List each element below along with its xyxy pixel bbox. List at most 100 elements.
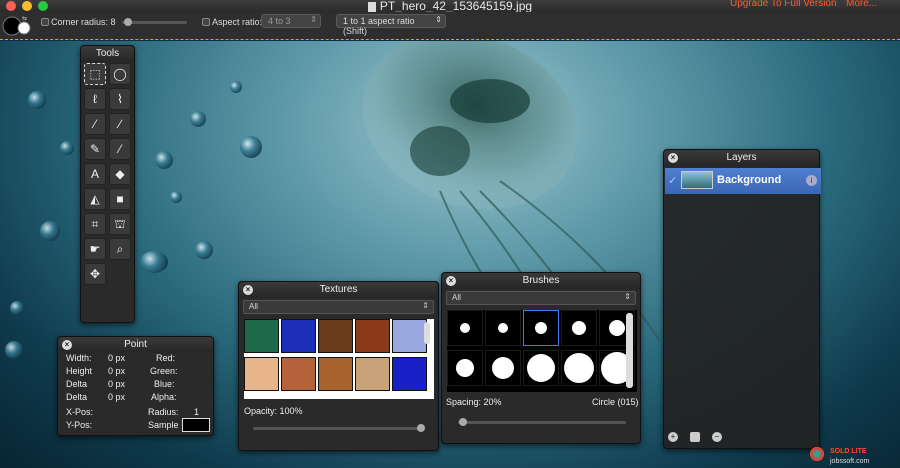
zoom-tool[interactable]: ⌕ (109, 238, 131, 260)
watermark-line1: SOLD LITE (830, 448, 867, 455)
brush-item[interactable] (485, 350, 521, 386)
texture-swatch[interactable] (281, 319, 316, 353)
opacity-label: Opacity: 100% (244, 406, 303, 416)
sample-swatch[interactable] (182, 418, 210, 432)
close-icon[interactable]: × (668, 153, 678, 163)
texture-swatch[interactable] (318, 357, 353, 391)
duplicate-layer-icon[interactable] (690, 432, 700, 442)
info-icon[interactable]: i (806, 175, 817, 186)
texture-swatch[interactable] (244, 357, 279, 391)
brush-tool[interactable]: ∕ (109, 113, 131, 135)
tools-panel: Tools ⬚ ◯ ℓ ⌇ ⁄ ∕ ✎ ⁄ A ◆ ◭ ■ ⌗ ⛫ ☛ ⌕ ✥ (80, 45, 135, 323)
brush-item[interactable] (485, 310, 521, 346)
texture-swatch[interactable] (355, 319, 390, 353)
texture-swatch[interactable] (355, 357, 390, 391)
ellipse-select-tool[interactable]: ◯ (109, 63, 131, 85)
radius-label: Radius: (148, 407, 179, 417)
corner-radius-slider-knob[interactable] (124, 18, 132, 26)
close-icon[interactable]: × (243, 285, 253, 295)
smudge-tool[interactable]: ☛ (84, 238, 106, 260)
opacity-slider-knob[interactable] (417, 424, 425, 432)
width-label: Width: (66, 353, 92, 363)
lasso-tool[interactable]: ℓ (84, 88, 106, 110)
brush-item[interactable] (447, 350, 483, 386)
paint-bucket-tool[interactable]: ◭ (84, 188, 106, 210)
textures-panel-title: Textures (319, 284, 358, 295)
close-icon[interactable]: × (62, 340, 72, 350)
ypos-label: Y-Pos: (66, 420, 93, 430)
delta-label: Delta (66, 379, 88, 389)
texture-swatch[interactable] (392, 357, 427, 391)
brushes-filter-value: All (452, 293, 461, 302)
visibility-check-icon[interactable]: ✓ (668, 174, 677, 187)
point-panel-header: × Point (58, 337, 213, 353)
brushes-panel: × Brushes All ⇕ Spacing: 20% Circle (015) (441, 272, 641, 444)
texture-swatch[interactable] (318, 319, 353, 353)
more-link[interactable]: More... (846, 0, 877, 9)
bubble (28, 91, 46, 109)
layers-panel: × Layers ✓ Background i + − (663, 149, 821, 449)
document-icon (367, 1, 376, 12)
brushes-filter-select[interactable]: All ⇕ (446, 291, 636, 305)
ratio-mode-select[interactable]: 1 to 1 aspect ratio (Shift) ⇕ (336, 14, 446, 36)
brush-grid (447, 310, 637, 392)
eyedropper-tool[interactable]: ⁄ (109, 138, 131, 160)
brushes-panel-title: Brushes (522, 275, 560, 286)
xpos-label: X-Pos: (66, 407, 94, 417)
red-label: Red: (156, 353, 176, 363)
sample-label: Sample (148, 420, 179, 430)
watermark-line2: jobssoft.com (830, 458, 870, 465)
delete-layer-icon[interactable]: − (712, 432, 722, 442)
layer-thumbnail (681, 171, 713, 189)
brush-name: Circle (015) (592, 397, 639, 407)
layer-row[interactable]: ✓ Background i (665, 168, 821, 194)
upgrade-link[interactable]: Upgrade To Full Version (730, 0, 837, 9)
clone-stamp-tool[interactable]: ⛫ (109, 213, 131, 235)
width-value: 0 px (108, 353, 126, 363)
bubble (5, 341, 23, 359)
opacity-slider[interactable] (253, 427, 423, 430)
watermark-logo-icon (810, 447, 824, 461)
texture-swatch[interactable] (281, 357, 316, 391)
stepper-icon: ⇕ (310, 15, 317, 24)
color-well-icon[interactable]: ⇆ (2, 14, 32, 38)
move-tool[interactable]: ✥ (84, 263, 106, 285)
eraser-tool[interactable]: ◆ (109, 163, 131, 185)
spacing-slider-knob[interactable] (459, 418, 467, 426)
brushes-scrollbar[interactable] (626, 313, 633, 388)
layers-panel-header: × Layers (664, 150, 819, 166)
brush-item-selected[interactable] (523, 310, 559, 346)
rect-select-tool[interactable]: ⬚ (84, 63, 106, 85)
brush-item[interactable] (523, 350, 559, 386)
aspect-ratio-checkbox[interactable] (202, 18, 210, 26)
corner-radius-checkbox[interactable] (41, 18, 49, 26)
radius-value[interactable]: 1 (194, 407, 199, 417)
brush-item[interactable] (561, 350, 597, 386)
polygon-lasso-tool[interactable]: ⌇ (109, 88, 131, 110)
aspect-ratio-select[interactable]: 4 to 3 ⇕ (261, 14, 321, 28)
close-icon[interactable]: × (446, 276, 456, 286)
bubble (195, 241, 213, 259)
textures-scrollbar[interactable] (424, 322, 430, 344)
textures-filter-select[interactable]: All ⇕ (243, 300, 434, 314)
ratio-mode-value: 1 to 1 aspect ratio (Shift) (343, 16, 415, 36)
text-tool[interactable]: A (84, 163, 106, 185)
delta-value: 0 px (108, 392, 126, 402)
magic-wand-tool[interactable]: ⁄ (84, 113, 106, 135)
texture-swatch[interactable] (392, 319, 427, 353)
add-layer-icon[interactable]: + (668, 432, 678, 442)
pencil-tool[interactable]: ✎ (84, 138, 106, 160)
point-panel: × Point Width: 0 px Height 0 px Delta 0 p… (57, 336, 214, 436)
delta-label: Delta (66, 392, 88, 402)
crop-tool[interactable]: ⌗ (84, 213, 106, 235)
layers-panel-title: Layers (726, 152, 757, 163)
corner-radius-label: Corner radius: 8 (51, 17, 116, 27)
brush-item[interactable] (447, 310, 483, 346)
shape-tool[interactable]: ■ (109, 188, 131, 210)
layer-name: Background (717, 174, 782, 186)
texture-swatch[interactable] (244, 319, 279, 353)
spacing-slider[interactable] (458, 421, 626, 424)
textures-panel-header: × Textures (239, 282, 438, 298)
brush-item[interactable] (561, 310, 597, 346)
height-value: 0 px (108, 366, 126, 376)
